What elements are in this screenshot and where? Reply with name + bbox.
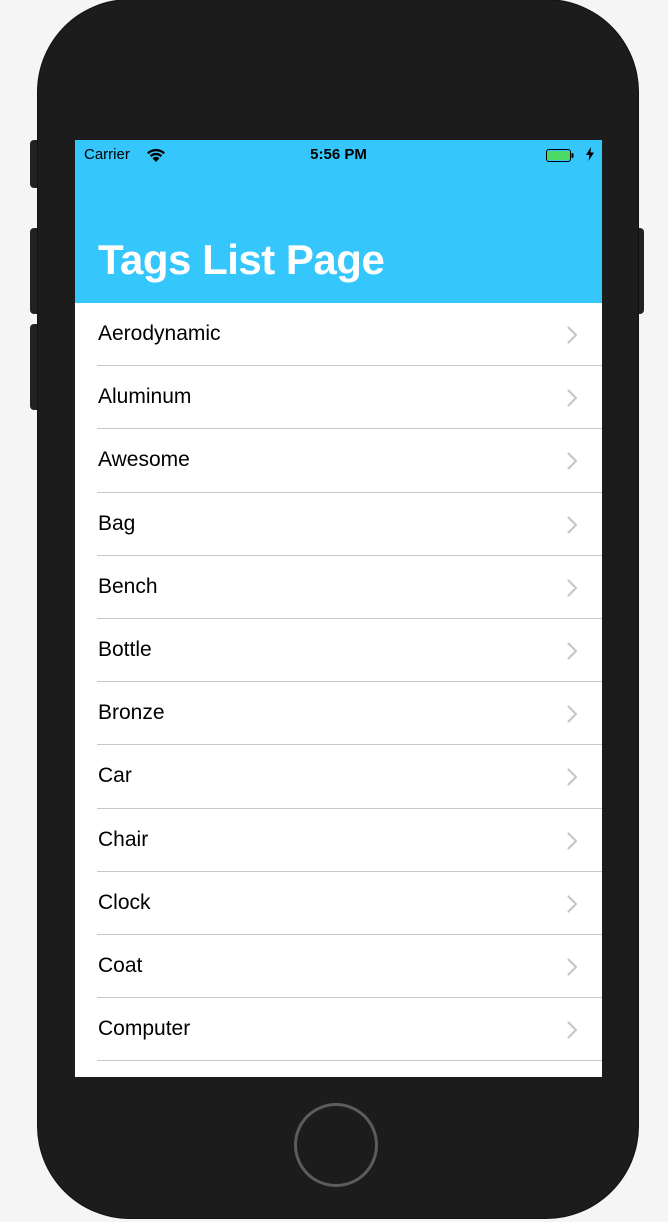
chevron-right-icon bbox=[567, 389, 578, 407]
list-item[interactable]: Aluminum bbox=[75, 366, 602, 430]
tags-list: Aerodynamic Aluminum Awesome Bag Bench B… bbox=[75, 303, 602, 1062]
chevron-right-icon bbox=[567, 1021, 578, 1039]
list-item[interactable]: Clock bbox=[75, 872, 602, 936]
list-item-label: Aluminum bbox=[98, 385, 192, 409]
list-item[interactable]: Bag bbox=[75, 493, 602, 556]
chevron-right-icon bbox=[567, 768, 578, 786]
list-item-label: Bronze bbox=[98, 701, 165, 725]
simulator-stage: Carrier 5:56 PM Tags List Page Aerodynam… bbox=[0, 0, 668, 1222]
list-item[interactable]: Bottle bbox=[75, 619, 602, 683]
home-button[interactable] bbox=[294, 1103, 378, 1187]
list-item[interactable]: Awesome bbox=[75, 429, 602, 493]
list-item-label: Aerodynamic bbox=[98, 322, 221, 345]
chevron-right-icon bbox=[567, 642, 578, 660]
status-bar: Carrier 5:56 PM bbox=[75, 140, 602, 170]
charging-bolt-icon bbox=[586, 147, 594, 161]
chevron-right-icon bbox=[567, 326, 578, 344]
list-item[interactable]: Aerodynamic bbox=[75, 303, 602, 367]
chevron-right-icon bbox=[567, 579, 578, 597]
status-time: 5:56 PM bbox=[310, 146, 367, 163]
list-item-label: Bench bbox=[98, 574, 158, 598]
list-item[interactable]: Chair bbox=[75, 809, 602, 872]
page-title: Tags List Page bbox=[98, 236, 385, 283]
list-item-label: Coat bbox=[98, 953, 143, 977]
list-item-label: Computer bbox=[98, 1017, 191, 1041]
battery-icon bbox=[546, 149, 574, 162]
chevron-right-icon bbox=[567, 895, 578, 913]
chevron-right-icon bbox=[567, 958, 578, 976]
chevron-right-icon bbox=[567, 705, 578, 723]
device-screen: Carrier 5:56 PM Tags List Page Aerodynam… bbox=[75, 140, 602, 1077]
list-item-label: Bottle bbox=[98, 637, 152, 661]
chevron-right-icon bbox=[567, 515, 578, 534]
navigation-bar: Carrier 5:56 PM Tags List Page bbox=[75, 140, 602, 303]
list-item-label: Bag bbox=[98, 511, 136, 535]
list-item[interactable]: Bench bbox=[75, 556, 602, 620]
list-item[interactable]: Car bbox=[75, 745, 602, 809]
list-item[interactable]: Coat bbox=[75, 935, 602, 999]
chevron-right-icon bbox=[567, 452, 578, 470]
list-item[interactable]: Bronze bbox=[75, 682, 602, 746]
list-item[interactable]: Computer bbox=[75, 998, 602, 1062]
list-item-label: Awesome bbox=[98, 448, 190, 472]
list-item-label: Clock bbox=[98, 890, 151, 914]
list-item-label: Chair bbox=[98, 827, 149, 851]
list-item-label: Car bbox=[98, 764, 132, 788]
chevron-right-icon bbox=[567, 831, 578, 850]
